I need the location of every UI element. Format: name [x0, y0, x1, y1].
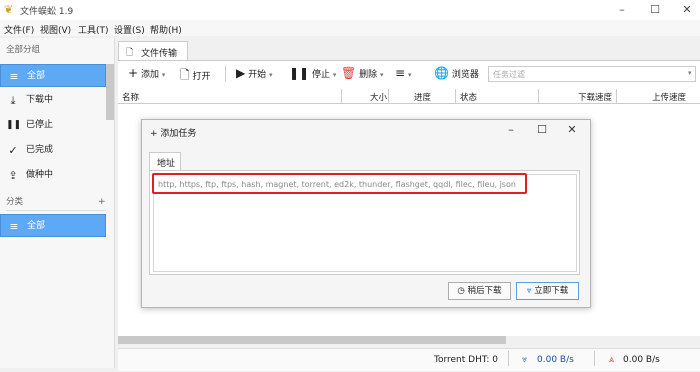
chevron-down-icon: ▾	[407, 71, 412, 79]
sidebar-item-label: 下载中	[26, 95, 54, 105]
dialog-maximize-button[interactable]: ☐	[533, 123, 551, 137]
start-button[interactable]: ▶ 开始 ▾	[236, 66, 273, 80]
column-upload-speed[interactable]: 上传速度	[652, 91, 686, 103]
dialog-title-label: 添加任务	[160, 129, 197, 139]
play-icon: ▶	[236, 66, 246, 80]
menu-view[interactable]: 视图(V)	[40, 23, 71, 36]
download-now-label: 立即下载	[534, 286, 569, 296]
column-divider	[538, 89, 539, 103]
group-header: 全部分组	[6, 45, 41, 55]
column-divider	[455, 89, 456, 103]
task-filter-placeholder: 任务过滤	[493, 70, 525, 79]
file-icon: 🗋	[126, 48, 134, 58]
column-progress[interactable]: 进度	[414, 91, 431, 103]
add-button[interactable]: + 添加 ▾	[128, 66, 165, 80]
browser-globe-icon: 🌐	[434, 66, 449, 80]
sidebar-item-label: 已完成	[26, 145, 54, 155]
download-later-button[interactable]: ◷ 稍后下载	[448, 282, 511, 300]
task-table-header	[118, 89, 700, 104]
sidebar-item-completed[interactable]: ✓ 已完成	[0, 139, 106, 162]
sidebar-item-seeding[interactable]: ⇪ 做种中	[0, 164, 106, 187]
tab-label: 文件传输	[141, 49, 178, 59]
list-icon: ≡	[9, 220, 19, 233]
start-label: 开始	[248, 70, 267, 80]
delete-button[interactable]: 🗑 删除 ▾	[341, 66, 384, 80]
dialog-close-button[interactable]: ✕	[563, 123, 581, 137]
delete-label: 删除	[359, 70, 378, 80]
browser-label: 浏览器	[451, 70, 479, 80]
sidebar-item-downloading[interactable]: ⤓ 下载中	[0, 89, 106, 112]
open-button[interactable]: 🗋 打开	[180, 66, 211, 87]
menu-tools[interactable]: 工具(T)	[78, 23, 109, 36]
chevron-down-icon: ▾	[269, 71, 273, 79]
minimize-button[interactable]: –	[611, 2, 633, 18]
sidebar-item-stopped[interactable]: ❚❚ 已停止	[0, 114, 106, 137]
download-later-label: 稍后下载	[467, 286, 502, 296]
add-category-button[interactable]: +	[98, 197, 106, 207]
upload-speed-icon: ⩓	[609, 355, 615, 365]
menu-settings[interactable]: 设置(S)	[114, 23, 145, 36]
sidebar-item-label: 已停止	[26, 120, 54, 130]
pause-icon: ❚❚	[6, 120, 22, 130]
list-icon: ≡	[9, 70, 19, 83]
highlight-annotation	[152, 173, 527, 194]
category-header: 分类	[6, 197, 24, 207]
category-item-label: 全部	[27, 221, 46, 231]
menu-file[interactable]: 文件(F)	[4, 23, 34, 36]
clock-icon: ◷	[457, 286, 465, 296]
upload-icon: ⇪	[8, 169, 18, 182]
column-status[interactable]: 状态	[460, 91, 477, 103]
stop-label: 停止	[311, 70, 330, 80]
add-label: 添加	[140, 70, 159, 80]
close-button[interactable]: ✕	[676, 2, 698, 18]
sidebar-scrollbar[interactable]	[106, 64, 114, 120]
tab-address-label: 地址	[157, 159, 176, 169]
plus-icon: +	[150, 129, 158, 139]
download-speed: 0.00 B/s	[537, 355, 574, 365]
dialog-title: + 添加任务	[150, 126, 196, 139]
download-now-button[interactable]: ⩔ 立即下载	[516, 282, 579, 300]
column-divider	[616, 89, 617, 103]
status-divider	[508, 351, 509, 366]
sidebar-divider	[6, 210, 106, 211]
horizontal-scrollbar[interactable]	[118, 336, 506, 344]
chevron-down-icon[interactable]: ▾	[688, 69, 692, 77]
sidebar-item-label: 做种中	[26, 170, 54, 180]
upload-speed: 0.00 B/s	[623, 355, 660, 365]
plus-icon: +	[128, 66, 139, 80]
open-label: 打开	[192, 72, 211, 82]
chevron-down-icon: ▾	[380, 71, 384, 79]
stop-button[interactable]: ❚❚ 停止 ▾	[289, 66, 336, 80]
chevron-down-icon: ▾	[332, 71, 337, 79]
column-download-speed[interactable]: 下载速度	[578, 91, 612, 103]
window-title: 文件蜈蚣 1.9	[20, 7, 74, 17]
menu-icon: ≡	[395, 66, 406, 80]
dht-status: Torrent DHT: 0	[434, 355, 498, 365]
title-bar	[0, 0, 700, 20]
more-menu-button[interactable]: ≡ ▾	[395, 66, 411, 80]
column-divider	[341, 89, 342, 103]
column-size[interactable]: 大小	[370, 91, 387, 103]
sidebar-item-label: 全部	[27, 71, 46, 81]
column-divider	[388, 89, 389, 103]
toolbar-divider	[225, 66, 226, 82]
column-name[interactable]: 名称	[122, 91, 139, 103]
app-logo-icon: ❦	[4, 3, 14, 16]
browser-button[interactable]: 🌐 浏览器	[434, 66, 479, 80]
open-file-icon: 🗋	[180, 68, 190, 82]
download-icon: ⤓	[10, 94, 16, 107]
download-icon: ⩔	[526, 286, 532, 296]
category-item-all[interactable]: ≡ 全部	[0, 214, 106, 237]
maximize-button[interactable]: ☐	[644, 2, 666, 18]
status-divider	[594, 351, 595, 366]
download-speed-icon: ⩔	[522, 355, 528, 365]
menu-help[interactable]: 帮助(H)	[150, 23, 182, 36]
trash-icon: 🗑	[341, 66, 357, 80]
chevron-down-icon: ▾	[161, 71, 166, 79]
pause-icon: ❚❚	[289, 66, 310, 80]
dialog-minimize-button[interactable]: –	[502, 123, 520, 137]
check-icon: ✓	[8, 144, 18, 157]
sidebar-item-all[interactable]: ≡ 全部	[0, 64, 106, 87]
